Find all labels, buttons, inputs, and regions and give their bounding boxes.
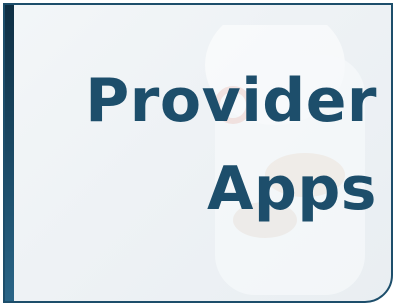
title-line-apps: Apps: [206, 154, 377, 224]
title-line-provider: Provider: [85, 66, 377, 136]
provider-apps-tile[interactable]: Provider Apps: [3, 3, 393, 303]
accent-bar: [5, 5, 14, 301]
tile-title: Provider Apps: [85, 71, 377, 219]
